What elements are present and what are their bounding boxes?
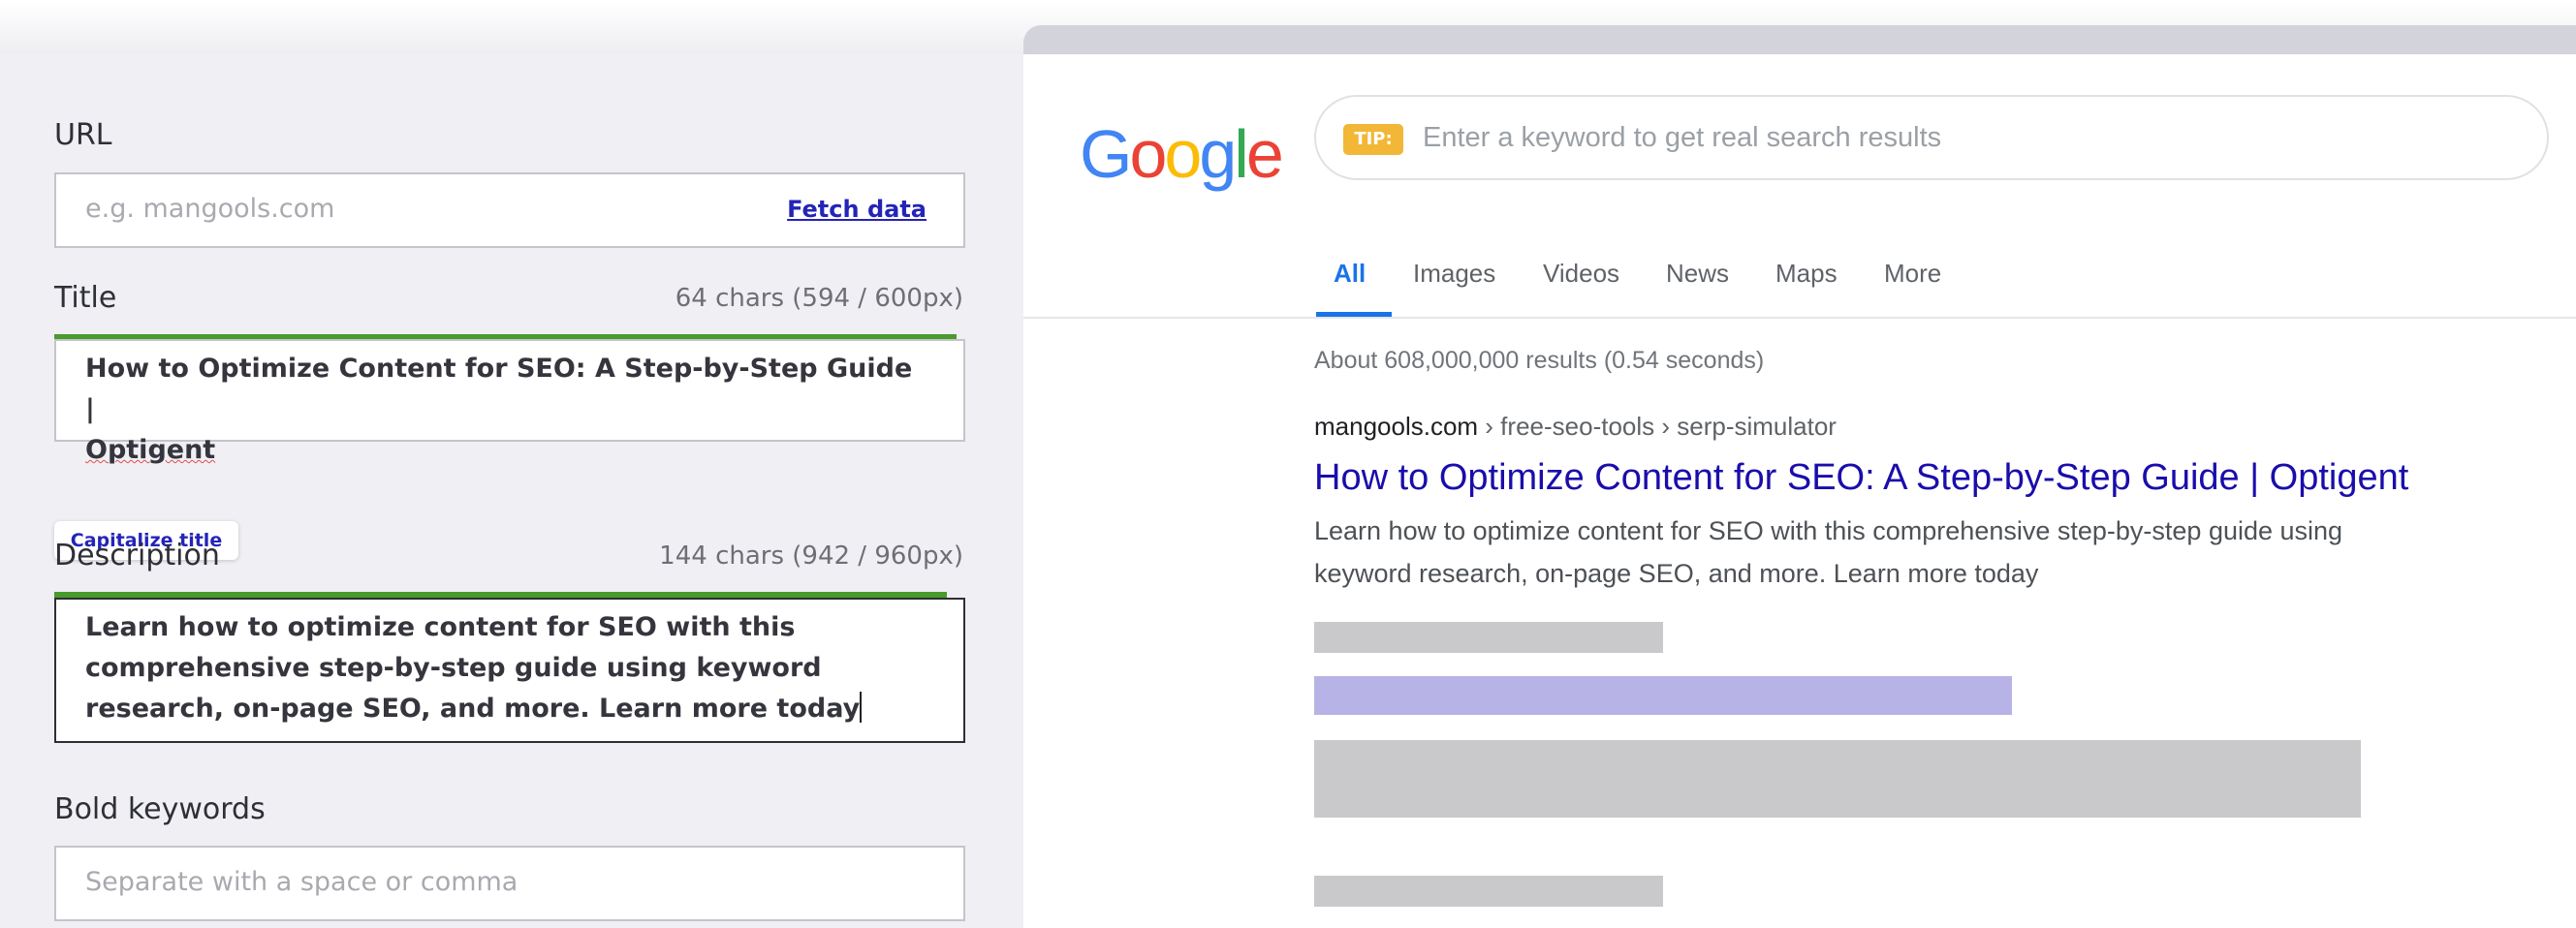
title-label: Title <box>54 281 117 315</box>
google-logo-letter: g <box>1199 116 1237 192</box>
title-text-line2: Optigent <box>85 435 216 465</box>
placeholder-breadcrumb-bar <box>1314 876 1663 907</box>
url-label: URL <box>54 118 112 152</box>
description-field-text: Learn how to optimize content for SEO wi… <box>85 607 925 729</box>
tip-badge: TIP: <box>1343 124 1403 155</box>
title-field[interactable]: How to Optimize Content for SEO: A Step-… <box>54 339 965 465</box>
description-field[interactable]: Learn how to optimize content for SEO wi… <box>54 598 965 743</box>
tab-maps[interactable]: Maps <box>1775 259 1838 289</box>
description-text: Learn how to optimize content for SEO wi… <box>85 612 861 724</box>
placeholder-snippet-block <box>1314 740 2361 818</box>
keyword-search-input[interactable]: TIP: Enter a keyword to get real search … <box>1314 95 2549 180</box>
tab-news[interactable]: News <box>1666 259 1729 289</box>
title-char-count: 64 chars (594 / 600px) <box>675 284 963 313</box>
serp-preview-body: Google TIP: Enter a keyword to get real … <box>1023 54 2576 928</box>
result-site: mangools.com <box>1314 412 1479 441</box>
result-snippet: Learn how to optimize content for SEO wi… <box>1314 510 2458 595</box>
serp-preview-panel: Google TIP: Enter a keyword to get real … <box>1023 25 2576 928</box>
google-logo: Google <box>1080 116 1284 192</box>
google-logo-letter: o <box>1164 116 1202 192</box>
bold-keywords-placeholder: Separate with a space or comma <box>85 867 518 897</box>
result-path: › free-seo-tools › serp-simulator <box>1478 412 1837 441</box>
serp-form-panel: URL e.g. mangools.com Fetch data Title 6… <box>0 54 1023 928</box>
description-char-count: 144 chars (942 / 960px) <box>659 541 963 571</box>
text-cursor <box>860 692 863 723</box>
search-placeholder: Enter a keyword to get real search resul… <box>1423 122 1942 153</box>
result-title-link[interactable]: How to Optimize Content for SEO: A Step-… <box>1314 457 2408 499</box>
tab-videos[interactable]: Videos <box>1543 259 1619 289</box>
url-input[interactable]: e.g. mangools.com Fetch data <box>54 172 965 248</box>
tab-all[interactable]: All <box>1334 259 1366 289</box>
tabs-divider <box>1023 317 2576 319</box>
result-breadcrumb: mangools.com › free-seo-tools › serp-sim… <box>1314 412 1837 442</box>
preview-header-strip <box>1023 25 2576 54</box>
tab-images[interactable]: Images <box>1413 259 1495 289</box>
google-logo-letter: G <box>1080 116 1132 192</box>
description-label: Description <box>54 539 220 572</box>
title-field-text: How to Optimize Content for SEO: A Step-… <box>85 349 925 471</box>
placeholder-breadcrumb-bar <box>1314 622 1663 653</box>
google-logo-letter: e <box>1245 116 1284 192</box>
tab-more[interactable]: More <box>1884 259 1941 289</box>
url-placeholder: e.g. mangools.com <box>85 194 335 224</box>
snippet-line: Learn how to optimize content for SEO wi… <box>1314 516 2343 545</box>
result-stats: About 608,000,000 results (0.54 seconds) <box>1314 347 1765 374</box>
google-logo-letter: l <box>1234 116 1248 192</box>
bold-keywords-input[interactable]: Separate with a space or comma <box>54 846 965 921</box>
placeholder-title-bar <box>1314 676 2012 715</box>
fetch-data-link[interactable]: Fetch data <box>787 196 927 223</box>
snippet-line: keyword research, on-page SEO, and more.… <box>1314 559 2039 588</box>
google-logo-letter: o <box>1129 116 1167 192</box>
title-text-line1: How to Optimize Content for SEO: A Step-… <box>85 354 913 424</box>
bold-keywords-label: Bold keywords <box>54 792 266 826</box>
